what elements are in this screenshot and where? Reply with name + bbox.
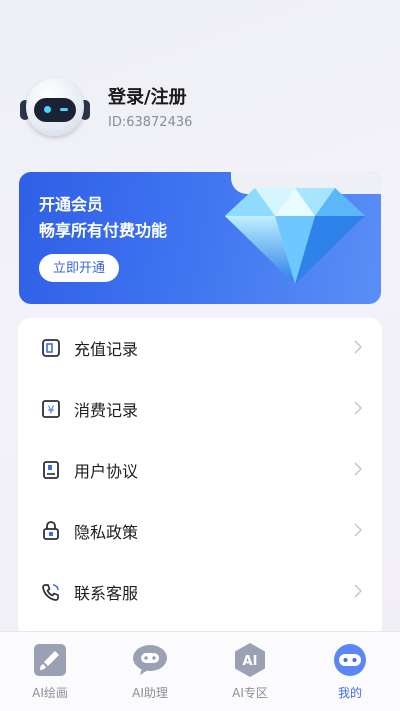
avatar-eye-left (44, 106, 51, 113)
menu-item-label: 消费记录 (74, 401, 139, 420)
menu-item-label: 隐私政策 (74, 523, 139, 542)
nav-tab-label: AI绘画 (32, 686, 68, 700)
ai-hexagon-icon: AI (232, 642, 268, 678)
chat-bubble-icon (132, 642, 168, 678)
agreement-icon (40, 459, 62, 481)
vip-banner[interactable]: 开通会员 畅享所有付费功能 立即开通 (19, 172, 381, 304)
chevron-right-icon (354, 401, 362, 415)
chevron-right-icon (354, 340, 362, 354)
nav-tab-mine[interactable]: 我的 (300, 642, 400, 708)
yen-receipt-icon: ¥ (40, 398, 62, 420)
paint-brush-icon (32, 642, 68, 678)
nav-tab-label: 我的 (337, 686, 362, 700)
menu-item-user-agreement[interactable]: 用户协议 (18, 442, 382, 498)
lock-icon (40, 520, 62, 542)
menu-item-contact-support[interactable]: 联系客服 (18, 564, 382, 620)
nav-tab-label: AI助理 (132, 686, 168, 700)
chevron-right-icon (354, 462, 362, 476)
menu-item-label: 充值记录 (74, 340, 139, 359)
nav-tab-ai-painting[interactable]: AI绘画 (0, 642, 100, 708)
login-register-link[interactable]: 登录/注册 (108, 87, 192, 109)
menu-item-privacy-policy[interactable]: 隐私政策 (18, 503, 382, 559)
nav-tab-ai-assistant[interactable]: AI助理 (100, 642, 200, 708)
menu-item-spending-records[interactable]: ¥ 消费记录 (18, 381, 382, 437)
phone-icon (40, 581, 62, 603)
svg-text:¥: ¥ (48, 404, 55, 417)
profile-header[interactable]: 登录/注册 ID:63872436 (20, 74, 380, 144)
nav-tab-label: AI专区 (232, 686, 268, 700)
profile-text: 登录/注册 ID:63872436 (108, 87, 192, 131)
vip-title: 开通会员 (39, 195, 104, 214)
menu-item-label: 用户协议 (74, 462, 139, 481)
vip-subtitle: 畅享所有付费功能 (39, 221, 168, 240)
avatar-eye-right (60, 108, 68, 111)
robot-avatar[interactable] (20, 74, 90, 144)
bottom-nav: AI绘画 AI助理 AI AI专区 我的 (0, 631, 400, 711)
menu-item-recharge-records[interactable]: 充值记录 (18, 320, 382, 376)
robot-face-icon (332, 642, 368, 678)
diamond-icon (225, 188, 365, 284)
chevron-right-icon (354, 584, 362, 598)
menu-list: 充值记录 ¥ 消费记录 用户协议 隐私政策 联系客服 (18, 318, 382, 638)
menu-item-label: 联系客服 (74, 584, 139, 603)
avatar-visor (34, 98, 76, 122)
chevron-right-icon (354, 523, 362, 537)
nav-tab-ai-zone[interactable]: AI AI专区 (200, 642, 300, 708)
user-id: ID:63872436 (108, 115, 193, 130)
wallet-icon (40, 337, 62, 359)
ai-hexagon-text: AI (243, 654, 258, 669)
open-vip-button[interactable]: 立即开通 (39, 254, 120, 282)
